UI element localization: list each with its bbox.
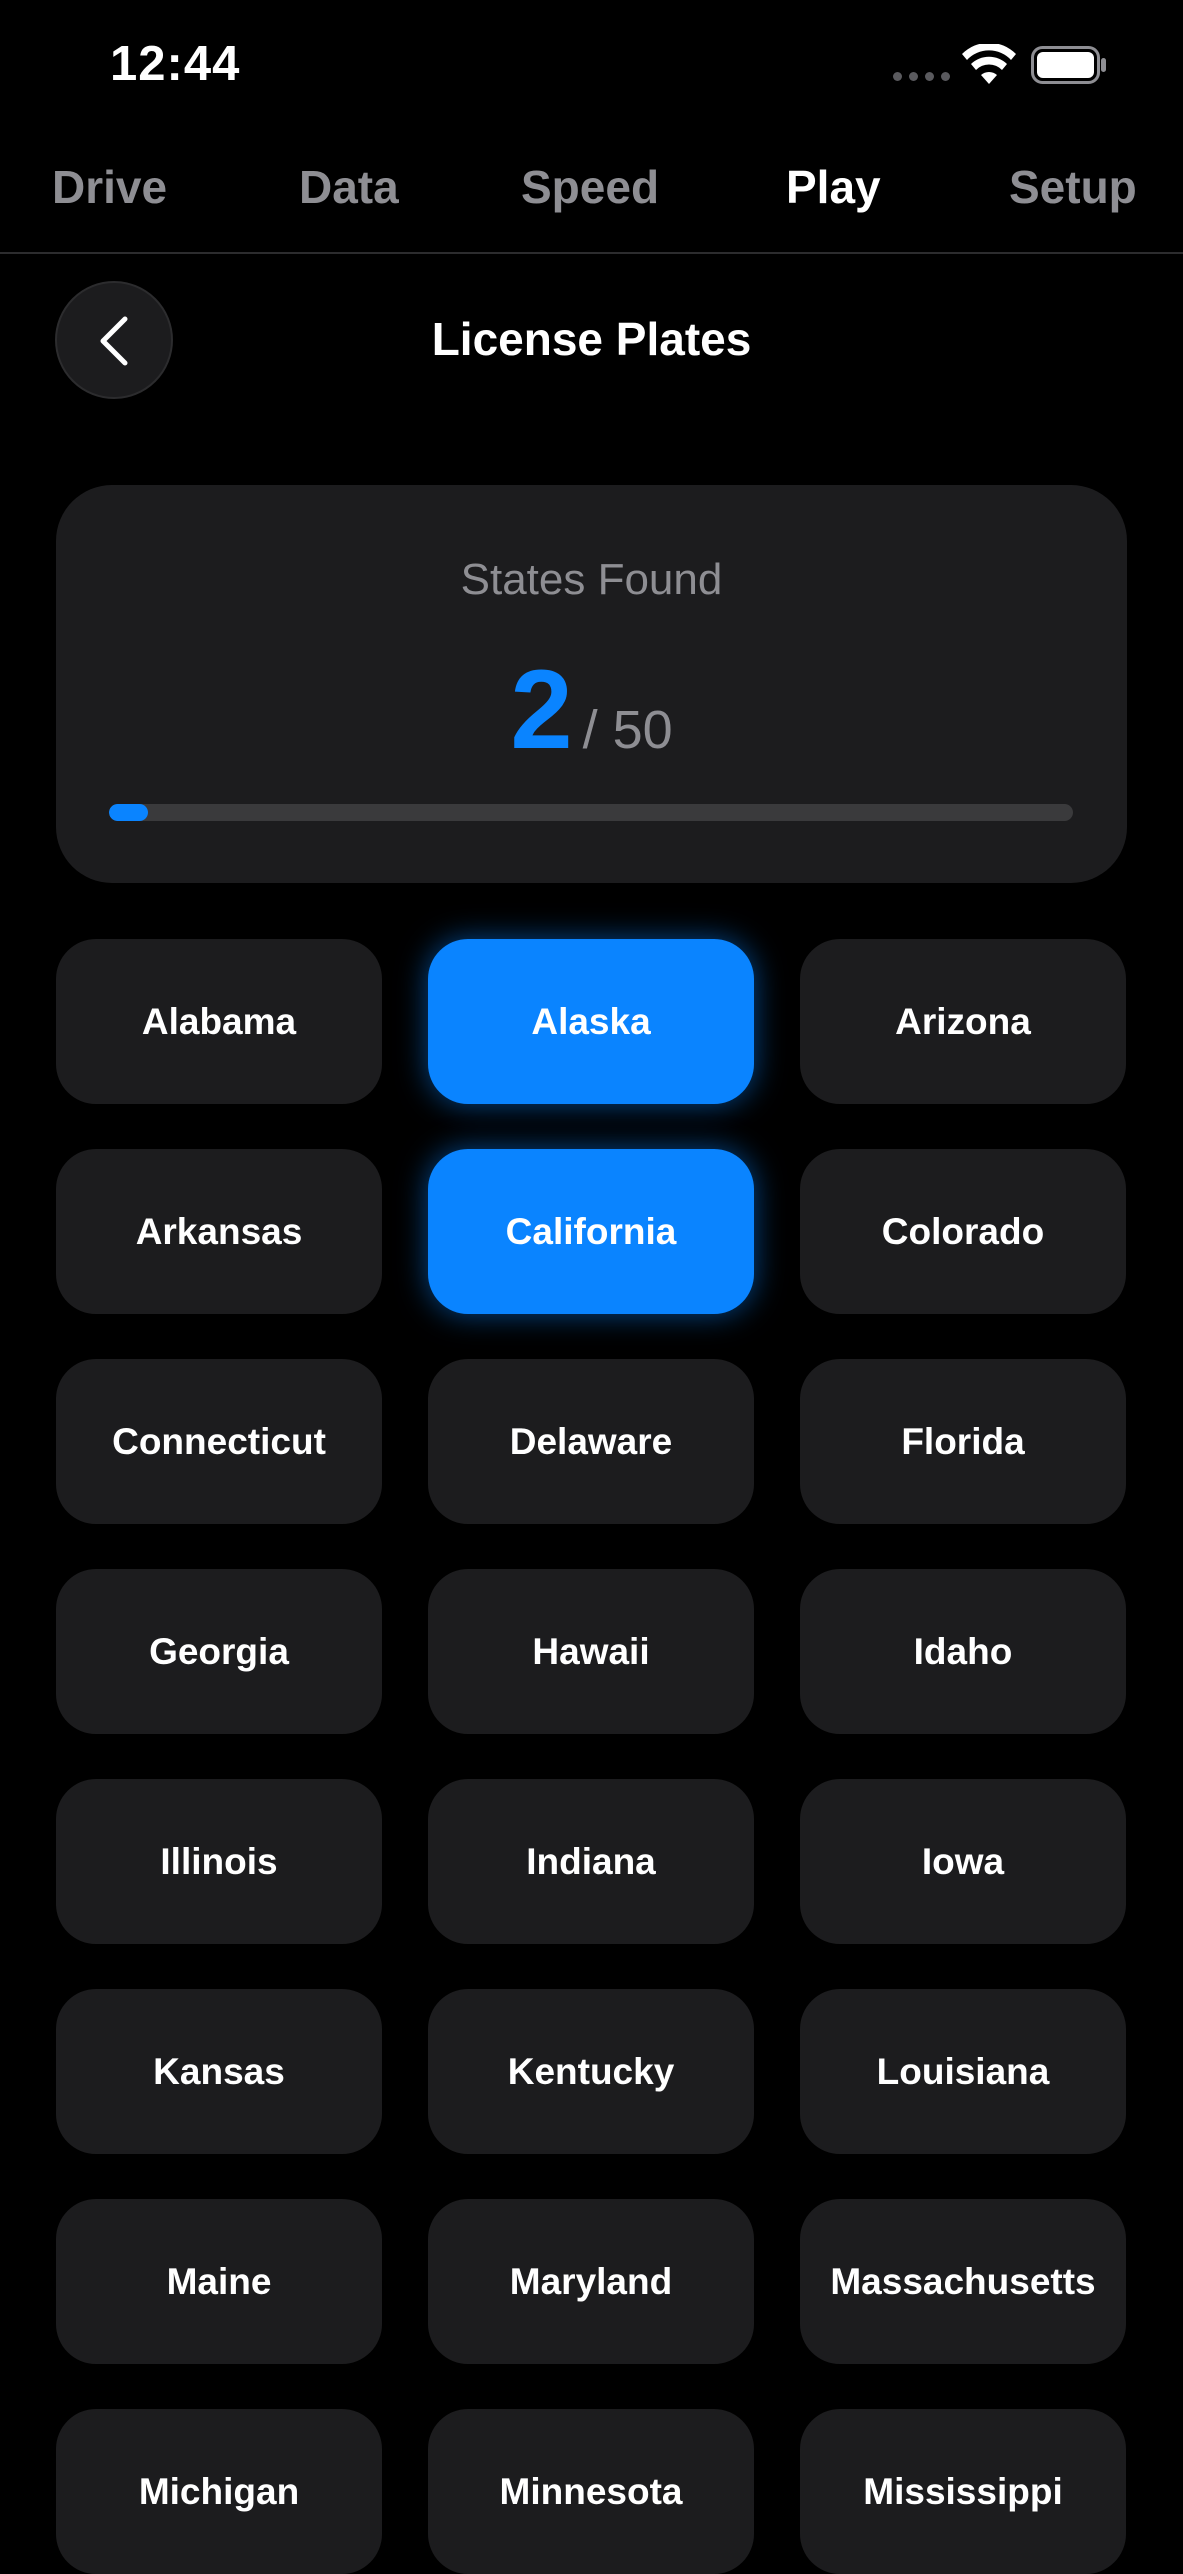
state-button-connecticut[interactable]: Connecticut bbox=[56, 1359, 382, 1524]
tab-speed[interactable]: Speed bbox=[521, 160, 659, 214]
state-button-indiana[interactable]: Indiana bbox=[428, 1779, 754, 1944]
status-time: 12:44 bbox=[110, 37, 241, 91]
status-bar: 12:44 bbox=[0, 0, 1183, 140]
tab-play[interactable]: Play bbox=[786, 160, 881, 214]
found-count: 2 bbox=[510, 647, 573, 772]
state-button-iowa[interactable]: Iowa bbox=[800, 1779, 1126, 1944]
state-button-illinois[interactable]: Illinois bbox=[56, 1779, 382, 1944]
states-found-card: States Found 2/ 50 bbox=[56, 485, 1127, 883]
state-button-maine[interactable]: Maine bbox=[56, 2199, 382, 2364]
progress-bar bbox=[109, 804, 1073, 821]
tab-setup[interactable]: Setup bbox=[1009, 160, 1137, 214]
state-button-michigan[interactable]: Michigan bbox=[56, 2409, 382, 2574]
state-button-kansas[interactable]: Kansas bbox=[56, 1989, 382, 2154]
state-button-massachusetts[interactable]: Massachusetts bbox=[800, 2199, 1126, 2364]
state-button-arizona[interactable]: Arizona bbox=[800, 939, 1126, 1104]
state-button-idaho[interactable]: Idaho bbox=[800, 1569, 1126, 1734]
wifi-icon bbox=[962, 44, 1016, 84]
tab-data[interactable]: Data bbox=[299, 160, 399, 214]
state-button-florida[interactable]: Florida bbox=[800, 1359, 1126, 1524]
states-found-label: States Found bbox=[460, 555, 723, 604]
total-count: / 50 bbox=[582, 700, 673, 760]
progress-bar-fill bbox=[109, 804, 148, 821]
state-button-kentucky[interactable]: Kentucky bbox=[428, 1989, 754, 2154]
state-button-mississippi[interactable]: Mississippi bbox=[800, 2409, 1126, 2574]
state-button-alabama[interactable]: Alabama bbox=[56, 939, 382, 1104]
top-tab-bar: Drive Data Speed Play Setup bbox=[0, 150, 1183, 254]
state-button-colorado[interactable]: Colorado bbox=[800, 1149, 1126, 1314]
state-button-alaska[interactable]: Alaska bbox=[428, 939, 754, 1104]
tab-drive[interactable]: Drive bbox=[52, 160, 167, 214]
state-button-georgia[interactable]: Georgia bbox=[56, 1569, 382, 1734]
battery-icon bbox=[1031, 46, 1106, 84]
state-button-delaware[interactable]: Delaware bbox=[428, 1359, 754, 1524]
state-button-louisiana[interactable]: Louisiana bbox=[800, 1989, 1126, 2154]
cellular-signal-icon bbox=[893, 72, 950, 81]
state-button-arkansas[interactable]: Arkansas bbox=[56, 1149, 382, 1314]
state-button-minnesota[interactable]: Minnesota bbox=[428, 2409, 754, 2574]
states-grid: Alabama Alaska Arizona Arkansas California Co… bbox=[56, 939, 1127, 2574]
state-button-california[interactable]: California bbox=[428, 1149, 754, 1314]
page-title: License Plates bbox=[431, 313, 752, 365]
state-button-hawaii[interactable]: Hawaii bbox=[428, 1569, 754, 1734]
states-found-count: 2/ 50 bbox=[56, 645, 1127, 774]
state-button-maryland[interactable]: Maryland bbox=[428, 2199, 754, 2364]
